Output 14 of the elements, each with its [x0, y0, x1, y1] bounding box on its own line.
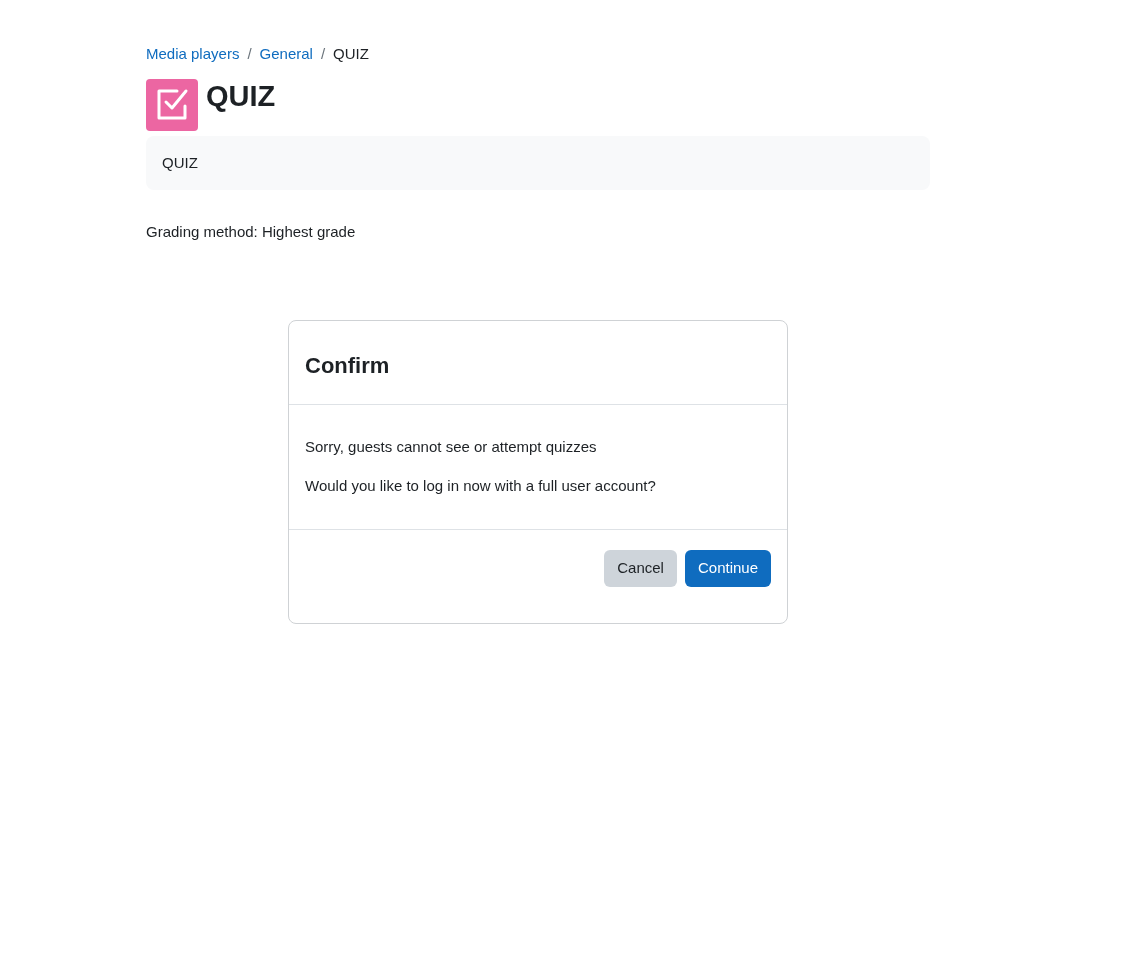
cancel-button[interactable]: Cancel: [604, 550, 677, 587]
breadcrumb-link[interactable]: Media players: [146, 43, 240, 66]
checked-box-icon: [146, 78, 198, 131]
dialog-message: Sorry, guests cannot see or attempt quizzes: [305, 436, 598, 457]
page-title: QUIZ: [206, 78, 276, 113]
grading-method-text: Grading method: Highest grade: [146, 222, 357, 242]
dialog-message: Would you like to log in now with a full user account?: [305, 475, 657, 496]
intro-box: QUIZ: [146, 135, 930, 190]
breadcrumb-link[interactable]: General: [259, 43, 313, 66]
breadcrumb-separator: /: [320, 44, 326, 64]
dialog-title: Confirm: [305, 351, 391, 380]
continue-button[interactable]: Continue: [684, 550, 771, 587]
breadcrumb-separator: /: [247, 44, 252, 64]
breadcrumb-current: QUIZ: [333, 44, 369, 64]
